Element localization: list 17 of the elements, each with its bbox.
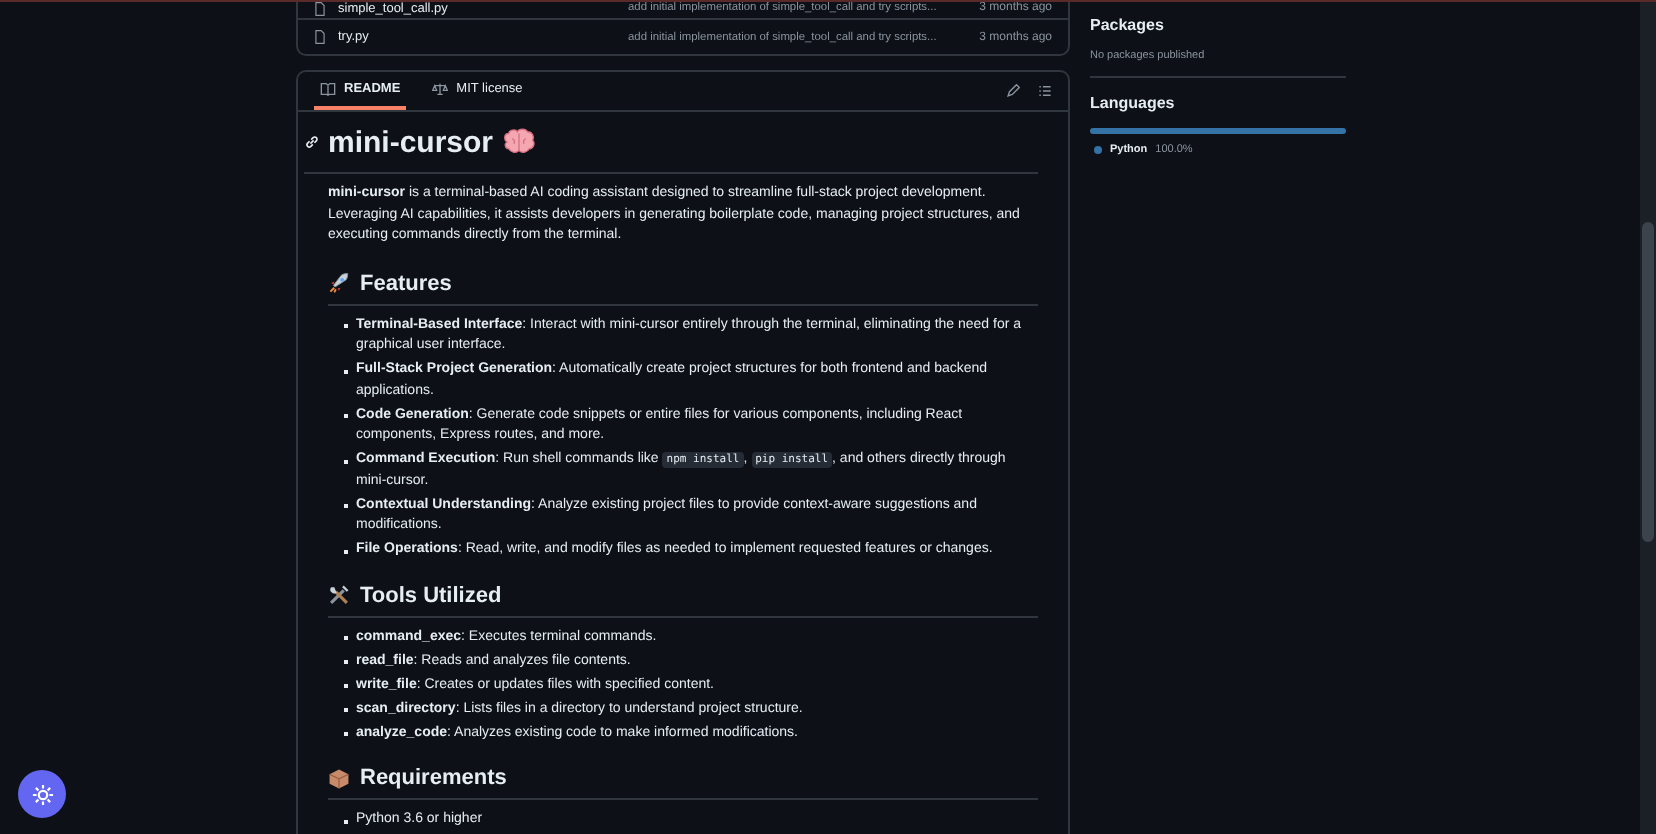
section-heading: Features	[360, 271, 452, 295]
readme-title: mini-cursor	[328, 125, 494, 159]
box-icon	[328, 767, 350, 789]
outline-list-icon[interactable]	[1038, 84, 1052, 98]
scale-icon	[432, 82, 449, 96]
scrollbar-thumb[interactable]	[1642, 222, 1654, 542]
packages-heading[interactable]: Packages	[1090, 16, 1346, 34]
rocket-icon	[328, 272, 350, 294]
tools-icon	[328, 584, 350, 606]
settings-button[interactable]	[18, 770, 66, 818]
brain-icon	[501, 128, 536, 156]
book-icon	[320, 82, 336, 96]
section-heading: Requirements	[360, 766, 507, 790]
languages-heading: Languages	[1090, 94, 1177, 112]
link-icon[interactable]	[304, 134, 320, 150]
section-heading: Tools Utilized	[360, 583, 502, 607]
edit-icon[interactable]	[1006, 84, 1020, 98]
